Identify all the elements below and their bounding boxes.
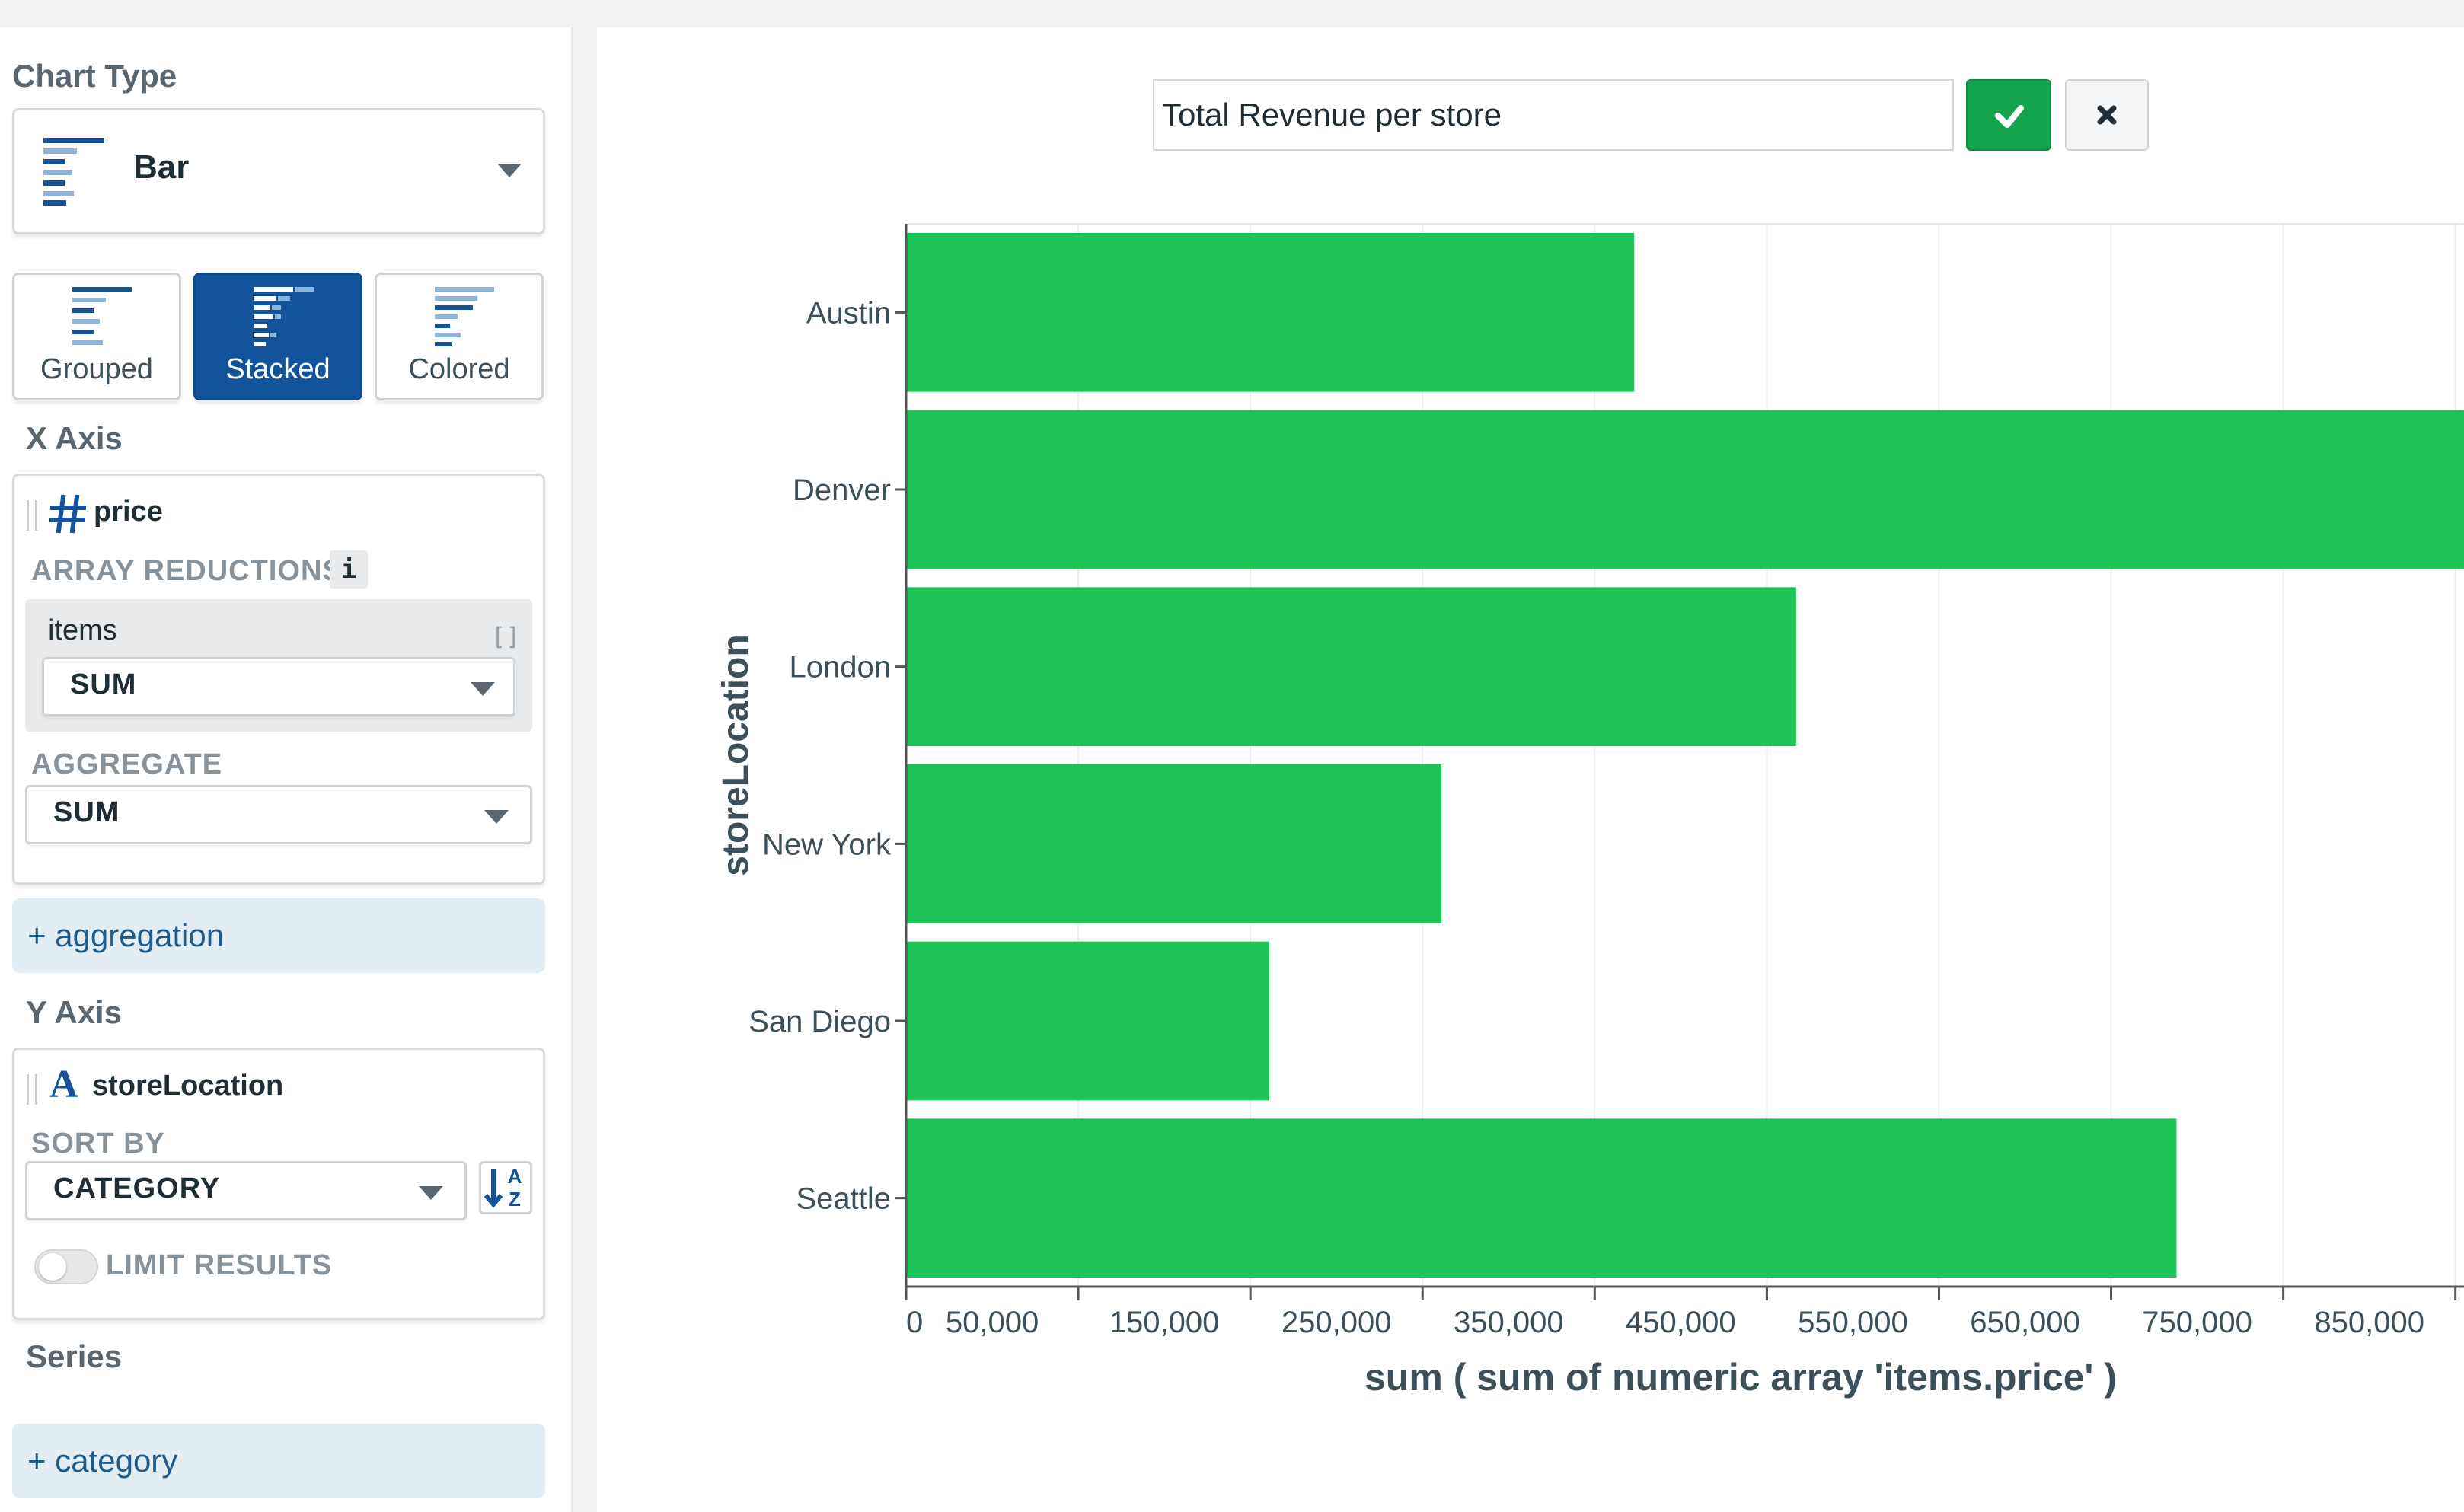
limit-results-toggle[interactable]: [34, 1249, 98, 1284]
sort-glyph-z: Z: [509, 1188, 521, 1211]
x-tick-label: 850,000: [2314, 1306, 2424, 1339]
subtype-colored-label: Colored: [408, 353, 510, 385]
y-tick-label: San Diego: [748, 1005, 891, 1038]
chart-type-heading: Chart Type: [12, 58, 177, 94]
y-axis-title: storeLocation: [716, 634, 756, 876]
subtype-stacked-button[interactable]: Stacked: [193, 273, 362, 400]
x-tick-label: 350,000: [1454, 1306, 1564, 1339]
chevron-down-icon: [471, 682, 495, 696]
aggregate-select-value: SUM: [53, 796, 120, 828]
x-tick-label: 650,000: [1970, 1306, 2080, 1339]
sort-glyph-a: A: [508, 1165, 522, 1188]
chevron-down-icon: [497, 164, 522, 177]
sort-direction-button[interactable]: A Z: [479, 1161, 532, 1214]
bar-london: [906, 587, 1796, 746]
colored-bar-icon: [435, 287, 494, 346]
text-type-icon: A: [49, 1063, 78, 1106]
add-category-button[interactable]: + category: [12, 1424, 545, 1498]
y-axis-field-name: storeLocation: [92, 1070, 284, 1102]
bar-chart-icon: [43, 138, 104, 206]
subtype-colored-button[interactable]: Colored: [375, 273, 544, 400]
x-tick-label: 0: [906, 1306, 923, 1339]
stacked-bar-icon: [254, 287, 314, 346]
number-hash-icon: [49, 494, 86, 534]
aggregate-label: AGGREGATE: [31, 748, 223, 780]
y-axis-encoding-card: A storeLocation SORT BY CATEGORY A Z LIM…: [12, 1048, 545, 1320]
chart-type-dropdown[interactable]: Bar: [12, 108, 545, 234]
y-tick-label: New York: [762, 828, 892, 861]
y-tick-label: Austin: [806, 296, 891, 330]
info-icon[interactable]: i: [330, 550, 368, 589]
chevron-down-icon: [419, 1186, 443, 1200]
y-axis-heading: Y Axis: [26, 994, 123, 1030]
array-reductions-label: ARRAY REDUCTIONS: [31, 555, 343, 587]
y-tick-label: Seattle: [796, 1182, 891, 1216]
sort-by-label: SORT BY: [31, 1128, 165, 1160]
sort-alpha-icon: A Z: [484, 1165, 522, 1211]
drag-handle-icon[interactable]: [27, 1074, 37, 1105]
y-tick-label: London: [790, 651, 891, 684]
chart-builder-sidebar: Chart Type Bar Grouped Stacked Colored X…: [0, 27, 573, 1512]
subtype-stacked-label: Stacked: [225, 353, 330, 385]
x-tick-label: 250,000: [1281, 1306, 1392, 1339]
drag-handle-icon[interactable]: [27, 500, 37, 531]
limit-results-label: LIMIT RESULTS: [106, 1249, 333, 1281]
x-axis-heading: X Axis: [26, 420, 123, 456]
bar-seattle: [906, 1118, 2177, 1278]
sort-select[interactable]: CATEGORY: [25, 1161, 467, 1220]
y-tick-label: Denver: [793, 474, 891, 507]
x-tick-label: 450,000: [1626, 1306, 1736, 1339]
x-tick-label: 550,000: [1798, 1306, 1908, 1339]
array-reduction-box: items [] SUM: [25, 599, 532, 732]
x-axis-encoding-card: price ARRAY REDUCTIONS i items [] SUM AG…: [12, 474, 545, 885]
series-heading: Series: [26, 1338, 123, 1374]
chart-type-value: Bar: [133, 148, 190, 186]
subtype-grouped-button[interactable]: Grouped: [12, 273, 181, 400]
aggregate-select[interactable]: SUM: [25, 785, 532, 844]
grouped-bar-icon: [72, 287, 132, 345]
x-tick-label: 150,000: [1109, 1306, 1220, 1339]
bar-chart: Austin Denver London New York San Diego Seatt…: [716, 223, 2464, 1399]
x-axis-field-name: price: [94, 496, 163, 528]
reduction-select[interactable]: SUM: [42, 657, 515, 716]
x-tick-label: 50,000: [946, 1306, 1039, 1339]
bar-new-york: [906, 764, 1442, 923]
bar-san-diego: [906, 941, 1270, 1101]
x-axis-title: sum ( sum of numeric array 'items.price'…: [1364, 1356, 2117, 1399]
toggle-knob: [39, 1253, 66, 1281]
array-brackets-icon: []: [491, 622, 521, 651]
sort-select-value: CATEGORY: [53, 1172, 221, 1204]
add-aggregation-button[interactable]: + aggregation: [12, 898, 545, 973]
bar-austin: [906, 233, 1635, 392]
x-tick-label: 750,000: [2142, 1306, 2252, 1339]
reduction-field-label: items: [48, 614, 117, 646]
bar-denver: [906, 410, 2464, 569]
chart-canvas-panel: Austin Denver London New York San Diego Seatt…: [597, 27, 2464, 1512]
reduction-select-value: SUM: [70, 668, 137, 700]
chevron-down-icon: [484, 810, 509, 824]
subtype-grouped-label: Grouped: [40, 353, 153, 385]
